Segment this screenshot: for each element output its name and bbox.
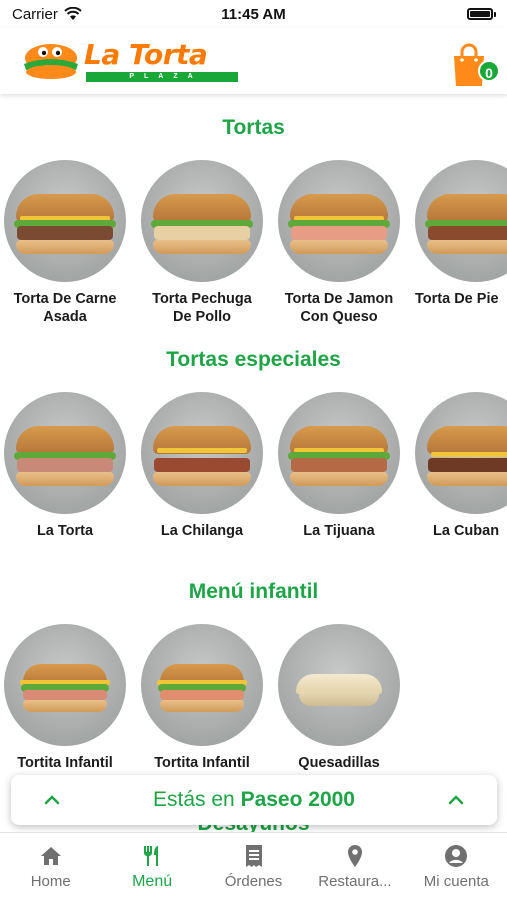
product-image	[141, 392, 263, 514]
carrier-label: Carrier	[12, 5, 58, 23]
tab-label: Restaura...	[318, 873, 392, 890]
product-card[interactable]: Tortita Infantil	[0, 624, 130, 772]
tab-label: Menú	[132, 873, 173, 890]
product-name: La Torta	[36, 523, 94, 539]
tab-label: Mi cuenta	[423, 873, 489, 890]
product-card[interactable]: Torta De Pie	[411, 160, 507, 308]
location-label: Estás en Paseo 2000	[153, 788, 355, 811]
product-image	[141, 624, 263, 746]
product-card[interactable]: La Torta	[0, 392, 130, 540]
product-image	[4, 624, 126, 746]
product-name: Torta Pechuga De Pollo	[152, 291, 252, 325]
tab-label: Home	[30, 873, 71, 890]
tab-menu[interactable]: Menú	[101, 833, 202, 900]
product-image	[415, 392, 507, 514]
tab-account[interactable]: Mi cuenta	[406, 833, 507, 900]
tab-label: Órdenes	[224, 873, 283, 890]
home-icon	[40, 847, 61, 865]
brand-subtitle: PLAZA	[86, 72, 238, 82]
wifi-icon	[64, 7, 82, 20]
product-image	[278, 392, 400, 514]
product-image	[4, 392, 126, 514]
receipt-icon	[245, 845, 262, 867]
product-row-tortas-especiales[interactable]: La Torta La Chilanga La Tijuana La Cuban	[0, 392, 507, 572]
product-name: La Tijuana	[303, 523, 375, 539]
product-image	[4, 160, 126, 282]
brand-name: La Torta	[84, 38, 208, 71]
product-card[interactable]: Torta De Carne Asada	[0, 160, 130, 326]
battery-icon	[467, 8, 496, 20]
product-card[interactable]: Quesadillas	[274, 624, 404, 772]
chevron-up-icon[interactable]	[41, 789, 63, 811]
tab-restaurants[interactable]: Restaura...	[304, 833, 405, 900]
section-title-menu-infantil: Menú infantil	[188, 580, 319, 603]
product-image	[278, 160, 400, 282]
product-name: Quesadillas	[298, 755, 380, 771]
product-name: La Chilanga	[160, 523, 244, 539]
account-icon	[445, 845, 468, 867]
section-title-tortas-especiales: Tortas especiales	[166, 348, 341, 371]
cart-count-badge: 0	[478, 60, 500, 82]
product-image	[141, 160, 263, 282]
chevron-up-icon[interactable]	[445, 789, 467, 811]
product-card[interactable]: La Cuban	[411, 392, 507, 540]
tab-orders[interactable]: Órdenes	[203, 833, 304, 900]
bottom-tab-bar: Home Menú Órdenes Restaura... Mi cuenta	[0, 832, 507, 900]
product-name: Torta De Carne Asada	[13, 291, 117, 325]
carrier-indicator: Carrier	[12, 6, 82, 23]
product-name: Tortita Infantil	[17, 755, 113, 771]
menu-content[interactable]: Tortas Torta De Carne Asada Torta Pechuga…	[0, 96, 507, 832]
brand-logo[interactable]: La Torta PLAZA	[20, 36, 244, 84]
product-card[interactable]: Tortita Infantil	[137, 624, 267, 772]
product-image	[415, 160, 507, 282]
product-card[interactable]: La Chilanga	[137, 392, 267, 540]
product-card[interactable]: La Tijuana	[274, 392, 404, 540]
product-image	[278, 624, 400, 746]
location-pin-icon	[347, 845, 362, 867]
product-name: La Cuban	[433, 523, 500, 539]
fork-knife-icon	[144, 846, 159, 866]
product-card[interactable]: Torta De Jamon Con Queso	[274, 160, 404, 326]
product-row-tortas[interactable]: Torta De Carne Asada Torta Pechuga De Poll…	[0, 160, 507, 340]
tab-home[interactable]: Home	[0, 833, 101, 900]
location-name: Paseo 2000	[240, 788, 355, 811]
product-name: Torta De Pie	[415, 291, 499, 307]
location-selector[interactable]: Estás en Paseo 2000	[11, 775, 497, 825]
product-card[interactable]: Torta Pechuga De Pollo	[137, 160, 267, 326]
torta-mascot-icon	[24, 44, 78, 79]
product-name: Torta De Jamon Con Queso	[284, 291, 394, 325]
section-title-tortas: Tortas	[222, 116, 285, 139]
app-header: La Torta PLAZA 0	[0, 28, 507, 94]
status-bar: Carrier 11:45 AM	[0, 0, 507, 28]
product-name: Tortita Infantil	[154, 755, 250, 771]
